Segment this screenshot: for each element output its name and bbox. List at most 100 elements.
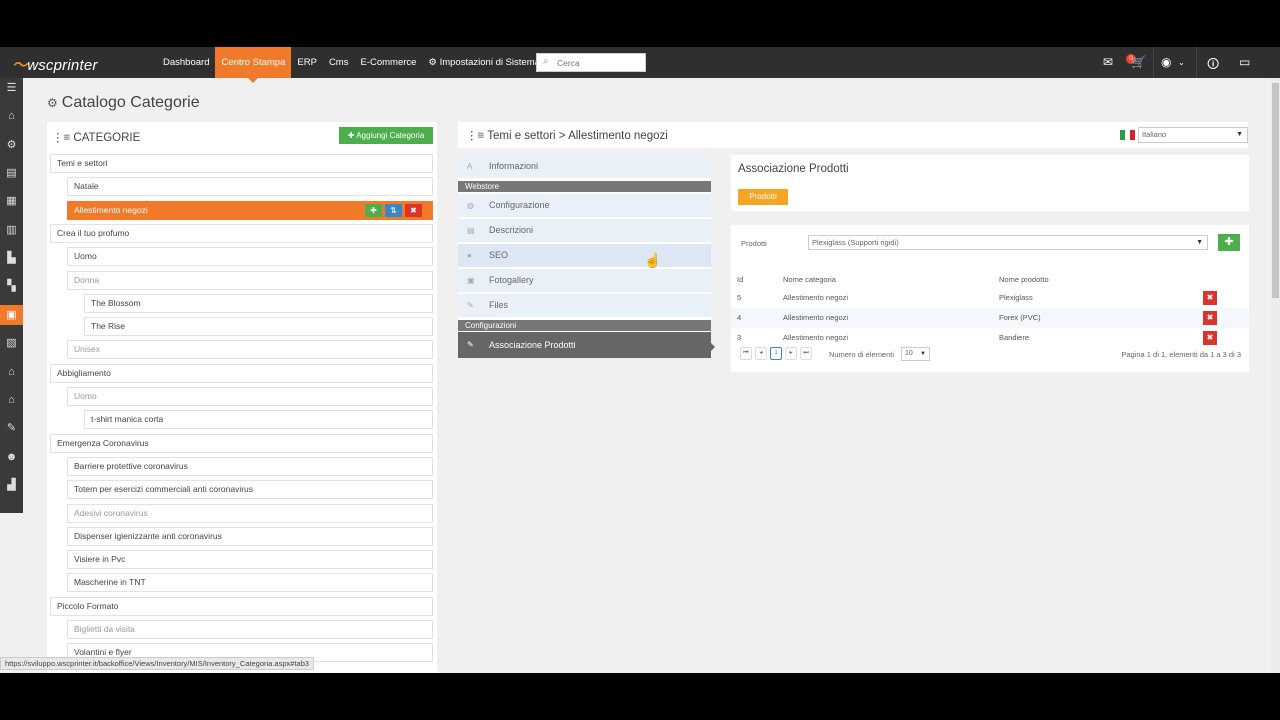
category-row-selected[interactable]: Allestimento negozi ✚ ⇅ ✖ xyxy=(67,200,433,220)
mail-icon[interactable]: ✉ xyxy=(1103,55,1113,69)
info-icon[interactable]: 🛈 xyxy=(1207,55,1219,76)
gears-icon[interactable]: ⚙ xyxy=(0,135,23,155)
user-icon[interactable]: ◉ xyxy=(1161,55,1171,69)
category-row[interactable]: Mascherine in TNT xyxy=(67,573,433,593)
nav-impostazioni[interactable]: ⚙ Impostazioni di Sistema xyxy=(422,47,546,78)
left-icon-bar: ☰ ⌂ ⚙ ▤ ▦ ▥ ▙ ▚ ▣ ▧ ⌂ ⌂ ✎ ☻ ▟ xyxy=(0,78,23,513)
menu-icon[interactable]: ☰ xyxy=(0,78,23,98)
cart-icon[interactable]: 🛒 xyxy=(1131,55,1146,69)
category-row[interactable]: t-shirt manica corta xyxy=(84,410,433,430)
camera-icon: ▣ xyxy=(467,276,475,285)
category-row[interactable]: Visiere in Pvc xyxy=(67,550,433,570)
category-label: The Blossom xyxy=(91,297,141,308)
category-row[interactable]: Uomo xyxy=(67,387,433,406)
category-label: Biglietti da visita xyxy=(74,624,135,634)
language-select[interactable]: Italiano ▼ xyxy=(1138,127,1248,143)
last-page-icon[interactable]: ⏭ xyxy=(800,347,812,360)
chevron-down-icon[interactable]: ⌄ xyxy=(1178,58,1185,67)
current-page[interactable]: 1 xyxy=(770,347,782,360)
category-row[interactable]: Abbigliamento xyxy=(50,363,433,383)
association-body: Prodotti Plexiglass (Supporti rigidi) ▼ ✚… xyxy=(731,225,1249,372)
category-row[interactable]: Crea il tuo profumo xyxy=(50,223,433,243)
category-row[interactable]: Temi e settori xyxy=(50,154,433,173)
document-icon[interactable]: ▦ xyxy=(0,191,23,211)
category-row[interactable]: Biglietti da visita xyxy=(67,620,433,639)
cell-prodotto: Bandiere xyxy=(999,333,1030,342)
nav-cms[interactable]: Cms xyxy=(323,47,355,78)
users-icon[interactable]: ☻ xyxy=(0,447,23,467)
nav-centro-stampa[interactable]: Centro Stampa xyxy=(215,47,292,83)
divider xyxy=(1153,47,1154,78)
hand-cursor-icon: ☝ xyxy=(644,252,662,268)
category-row[interactable]: Uomo xyxy=(67,247,433,267)
category-row[interactable]: Piccolo Formato xyxy=(50,596,433,616)
breadcrumb-bar: ⋮≡ Temi e settori > Allestimento negozi … xyxy=(458,122,1248,148)
category-row[interactable]: Donna xyxy=(67,270,433,290)
scrollbar-thumb[interactable] xyxy=(1272,83,1279,298)
category-row[interactable]: The Rise xyxy=(84,317,433,337)
delete-button[interactable]: ✖ xyxy=(1203,291,1217,305)
cell-id: 4 xyxy=(737,313,742,322)
category-row[interactable]: Unisex xyxy=(67,340,433,360)
nav-dashboard[interactable]: Dashboard xyxy=(157,47,215,78)
page-size-label: Numero di elementi xyxy=(829,350,895,359)
paperclip-icon: ✎ xyxy=(467,340,474,349)
menu-descrizioni[interactable]: ▤ Descrizioni xyxy=(458,219,711,242)
add-subcategory-button[interactable]: ✚ xyxy=(365,203,382,217)
delete-button[interactable]: ✖ xyxy=(1203,331,1217,345)
cell-id: 5 xyxy=(737,293,742,302)
menu-associazione-prodotti[interactable]: ✎ Associazione Prodotti xyxy=(458,332,711,358)
move-category-button[interactable]: ⇅ xyxy=(385,203,402,217)
menu-seo[interactable]: ● SEO xyxy=(458,244,711,267)
nav-ecommerce[interactable]: E-Commerce xyxy=(354,47,422,78)
add-product-button[interactable]: ✚ xyxy=(1218,234,1240,251)
tab-prodotti[interactable]: Prodotti xyxy=(738,189,788,205)
menu-configurazione[interactable]: ◍ Configurazione xyxy=(458,194,711,217)
scrollbar[interactable] xyxy=(1271,78,1280,673)
caret-down-icon: ▼ xyxy=(920,351,926,357)
tools-icon[interactable]: ✎ xyxy=(0,418,23,438)
category-row[interactable]: The Blossom xyxy=(84,293,433,313)
chat-icon[interactable]: ▭ xyxy=(1239,55,1250,69)
layout-icon[interactable]: ▚ xyxy=(0,276,23,296)
delete-category-button[interactable]: ✖ xyxy=(405,203,422,217)
category-row[interactable]: Adesivi coronavirus xyxy=(67,503,433,523)
warehouse-icon[interactable]: ⌂ xyxy=(0,362,23,382)
calendar-icon[interactable]: ▧ xyxy=(0,333,23,353)
prev-page-icon[interactable]: ◂ xyxy=(755,347,767,360)
menu-fotogallery[interactable]: ▣ Fotogallery xyxy=(458,269,711,292)
tree-icon: ⋮≡ xyxy=(466,130,485,142)
add-category-button[interactable]: ✚ Aggiungi Categoria xyxy=(339,127,433,144)
page-info: Pagina 1 di 1, elementi da 1 a 3 di 3 xyxy=(1121,350,1241,359)
category-row[interactable]: Emergenza Coronavirus xyxy=(50,433,433,453)
nav-erp[interactable]: ERP xyxy=(291,47,323,78)
search-box[interactable]: ⌕ xyxy=(536,53,646,72)
home-icon[interactable]: ⌂ xyxy=(0,106,23,126)
category-label: Adesivi coronavirus xyxy=(74,507,148,518)
factory-icon[interactable]: ▟ xyxy=(0,475,23,495)
stack-icon[interactable]: ▥ xyxy=(0,220,23,240)
table-row: 4 Allestimento negozi Forex (PVC) ✖ xyxy=(731,308,1249,328)
menu-informazioni[interactable]: A Informazioni xyxy=(458,155,711,178)
logo[interactable]: 〜wscprinter xyxy=(12,54,98,75)
category-row[interactable]: Natale xyxy=(67,177,433,197)
product-select[interactable]: Plexiglass (Supporti rigidi) ▼ xyxy=(808,235,1208,250)
next-page-icon[interactable]: ▸ xyxy=(785,347,797,360)
search-input[interactable] xyxy=(557,56,642,69)
delete-button[interactable]: ✖ xyxy=(1203,311,1217,325)
archive-icon[interactable]: ▤ xyxy=(0,163,23,183)
category-row[interactable]: Barriere protettive coronavirus xyxy=(67,456,433,476)
first-page-icon[interactable]: ⏮ xyxy=(740,347,752,360)
menu-files[interactable]: ✎ Files xyxy=(458,294,711,317)
catalog-icon[interactable]: ▣ xyxy=(0,305,23,325)
main-nav: Dashboard Centro Stampa ERP Cms E-Commer… xyxy=(157,47,546,83)
category-label: Temi e settori xyxy=(57,158,108,168)
category-row[interactable]: Dispenser igienizzante anti coronavirus xyxy=(67,526,433,546)
store-icon[interactable]: ⌂ xyxy=(0,390,23,410)
cell-categoria: Allestimento negozi xyxy=(783,313,849,322)
category-row[interactable]: Totem per esercizi commerciali anti coro… xyxy=(67,480,433,500)
cell-prodotto: Forex (PVC) xyxy=(999,313,1041,322)
font-icon: A xyxy=(467,162,473,171)
page-size-select[interactable]: 10 ▼ xyxy=(901,347,930,361)
building-icon[interactable]: ▙ xyxy=(0,248,23,268)
